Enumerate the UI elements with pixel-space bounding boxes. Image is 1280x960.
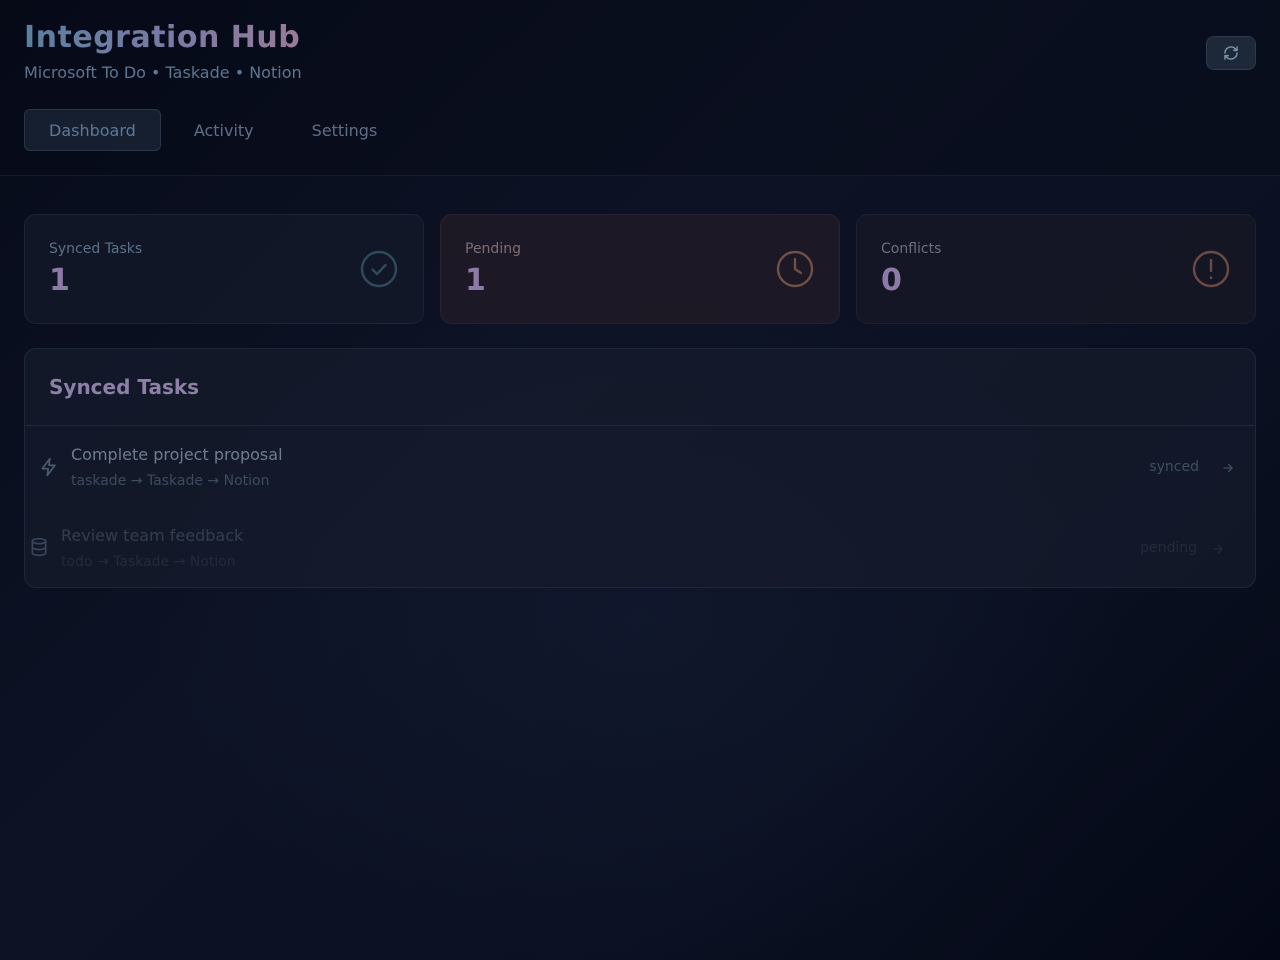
task-row[interactable]: Complete project proposal taskade → Task… xyxy=(25,427,1255,507)
zap-icon xyxy=(41,457,56,477)
task-title: Complete project proposal xyxy=(71,445,283,464)
panel-title: Synced Tasks xyxy=(25,349,1255,426)
synced-tasks-panel: Synced Tasks Complete project proposal t… xyxy=(24,348,1256,588)
stat-card-pending: Pending 1 xyxy=(440,214,840,324)
clock-icon xyxy=(776,250,814,288)
tab-activity[interactable]: Activity xyxy=(169,109,279,151)
task-status: pending xyxy=(1140,540,1197,556)
stat-value: 1 xyxy=(465,263,486,298)
stats-row: Synced Tasks 1 Pending 1 Conflicts 0 xyxy=(24,214,1256,324)
app-subtitle: Microsoft To Do • Taskade • Notion xyxy=(24,63,302,82)
task-route: taskade → Taskade → Notion xyxy=(71,473,270,489)
task-title: Review team feedback xyxy=(61,526,244,545)
stat-label: Pending xyxy=(465,241,521,257)
arrow-right-icon xyxy=(1213,544,1223,554)
arrow-right-icon xyxy=(1223,463,1233,473)
tab-dashboard[interactable]: Dashboard xyxy=(24,109,161,151)
stat-value: 0 xyxy=(881,263,902,298)
main-tabs: Dashboard Activity Settings xyxy=(24,109,402,151)
stat-card-conflicts: Conflicts 0 xyxy=(856,214,1256,324)
stat-card-synced: Synced Tasks 1 xyxy=(24,214,424,324)
task-row[interactable]: Review team feedback todo → Taskade → No… xyxy=(25,507,1255,587)
tab-settings[interactable]: Settings xyxy=(287,109,403,151)
database-icon xyxy=(31,537,47,557)
refresh-icon xyxy=(1224,46,1238,60)
refresh-button[interactable] xyxy=(1206,36,1256,70)
alert-circle-icon xyxy=(1192,250,1230,288)
app-title: Integration Hub xyxy=(24,20,301,55)
task-status: synced xyxy=(1149,459,1199,475)
stat-label: Conflicts xyxy=(881,241,942,257)
stat-value: 1 xyxy=(49,263,70,298)
app-header: Integration Hub Microsoft To Do • Taskad… xyxy=(0,0,1280,176)
task-route: todo → Taskade → Notion xyxy=(61,554,236,570)
check-circle-icon xyxy=(360,250,398,288)
stat-label: Synced Tasks xyxy=(49,241,143,257)
